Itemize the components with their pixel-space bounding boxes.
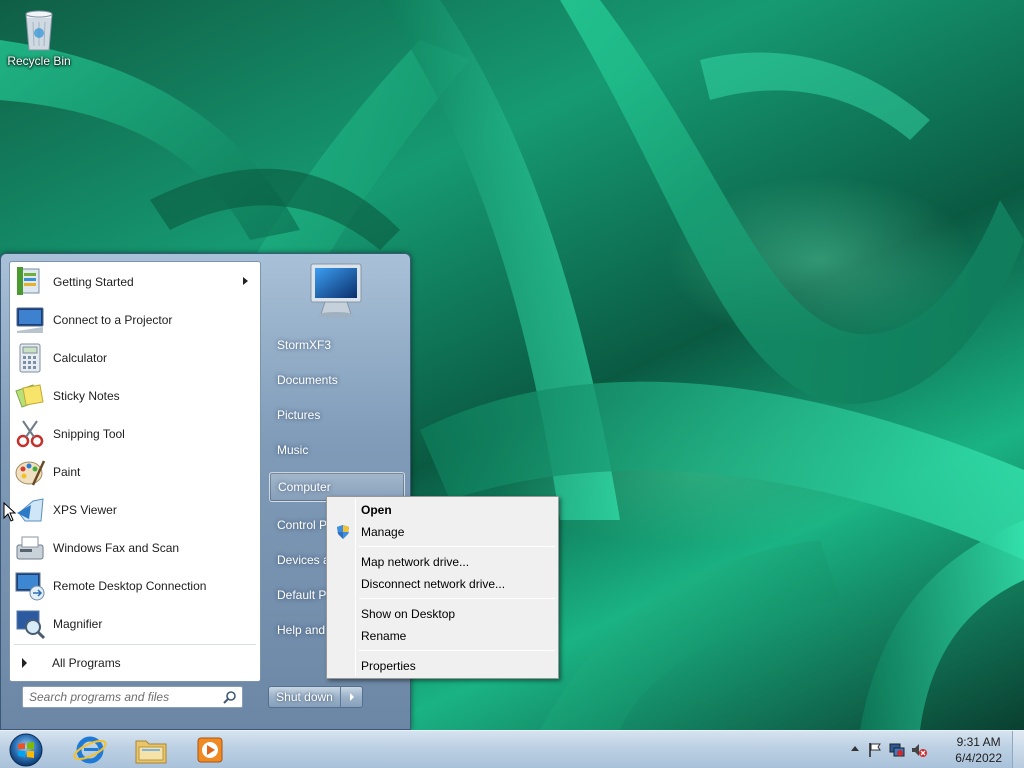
- shutdown-button[interactable]: Shut down: [269, 687, 341, 707]
- show-desktop-button[interactable]: [1012, 731, 1024, 768]
- program-label: Calculator: [53, 351, 108, 365]
- windows-explorer-icon: [135, 740, 167, 764]
- program-fax-scan[interactable]: Windows Fax and Scan: [12, 530, 258, 566]
- right-item-label: StormXF3: [277, 338, 332, 352]
- shutdown-label: Shut down: [276, 690, 333, 704]
- windows-logo-icon: [9, 733, 43, 767]
- shutdown-options-button[interactable]: [341, 687, 362, 707]
- program-label: Remote Desktop Connection: [53, 579, 207, 593]
- menu-item-rename[interactable]: Rename: [329, 625, 556, 647]
- menu-item-label: Manage: [361, 525, 405, 539]
- menu-item-label: Open: [361, 503, 392, 517]
- all-programs-label: All Programs: [52, 656, 121, 670]
- right-item-label: Help and: [277, 623, 326, 637]
- right-item-label: Music: [277, 443, 309, 457]
- desktop-icon-recycle-bin[interactable]: Recycle Bin: [4, 6, 74, 68]
- program-paint[interactable]: Paint: [12, 454, 258, 490]
- media-player-icon: [197, 737, 223, 763]
- start-right-item-documents[interactable]: Documents: [269, 365, 405, 395]
- recycle-bin-icon: [21, 6, 57, 52]
- computer-context-menu: Open Manage Map network drive... Disconn…: [326, 496, 559, 679]
- clock-time: 9:31 AM: [956, 735, 1001, 749]
- right-item-label: Pictures: [277, 408, 321, 422]
- clock-date: 6/4/2022: [955, 751, 1002, 765]
- menu-item-disconnect-network-drive[interactable]: Disconnect network drive...: [329, 573, 556, 595]
- menu-item-properties[interactable]: Properties: [329, 655, 556, 677]
- right-item-label: Computer: [278, 480, 331, 494]
- all-programs-button[interactable]: All Programs: [18, 650, 254, 676]
- sticky-notes-icon: [13, 379, 47, 413]
- taskbar-internet-explorer[interactable]: [70, 733, 110, 767]
- program-label: Magnifier: [53, 617, 103, 631]
- xps-viewer-icon: [13, 493, 47, 527]
- fax-scan-icon: [13, 531, 47, 565]
- user-picture[interactable]: [301, 260, 371, 320]
- start-button[interactable]: [6, 732, 46, 768]
- uac-shield-icon: [335, 524, 351, 540]
- getting-started-icon: [13, 265, 47, 299]
- program-getting-started[interactable]: Getting Started: [12, 264, 258, 300]
- program-calculator[interactable]: Calculator: [12, 340, 258, 376]
- start-menu-programs-pane: Getting Started Connect to a Projector C…: [9, 261, 261, 682]
- program-label: Windows Fax and Scan: [53, 541, 180, 555]
- taskbar-media-player[interactable]: [190, 733, 230, 767]
- program-label: Connect to a Projector: [53, 313, 173, 327]
- projector-icon: [13, 303, 47, 337]
- program-label: Sticky Notes: [53, 389, 120, 403]
- network-icon[interactable]: [889, 742, 905, 758]
- start-right-item-pictures[interactable]: Pictures: [269, 400, 405, 430]
- divider: [14, 644, 256, 645]
- menu-separator: [359, 650, 555, 651]
- menu-item-open[interactable]: Open: [329, 499, 556, 521]
- paint-icon: [13, 455, 47, 489]
- start-right-item-music[interactable]: Music: [269, 435, 405, 465]
- notification-area: 9:31 AM 6/4/2022: [839, 731, 1024, 768]
- action-center-flag-icon[interactable]: [867, 742, 883, 758]
- show-hidden-icons-button[interactable]: [851, 746, 859, 751]
- start-search-box[interactable]: [22, 686, 243, 708]
- volume-muted-icon[interactable]: [911, 742, 927, 758]
- shutdown-button-group: Shut down: [268, 686, 363, 708]
- program-remote-desktop[interactable]: Remote Desktop Connection: [12, 568, 258, 604]
- program-xps-viewer[interactable]: XPS Viewer: [12, 492, 258, 528]
- program-magnifier[interactable]: Magnifier: [12, 606, 258, 642]
- desktop-icon-label: Recycle Bin: [7, 54, 71, 68]
- submenu-arrow-icon: [243, 277, 248, 285]
- right-item-label: Control P: [277, 518, 328, 532]
- menu-separator: [359, 598, 555, 599]
- menu-item-manage[interactable]: Manage: [329, 521, 556, 543]
- menu-item-label: Map network drive...: [361, 555, 470, 569]
- program-label: Snipping Tool: [53, 427, 125, 441]
- expand-arrow-icon: [22, 658, 27, 668]
- internet-explorer-icon: [73, 736, 107, 764]
- menu-item-label: Properties: [361, 659, 416, 673]
- taskbar: 9:31 AM 6/4/2022: [0, 730, 1024, 768]
- start-right-item-user[interactable]: StormXF3: [269, 330, 405, 360]
- program-connect-projector[interactable]: Connect to a Projector: [12, 302, 258, 338]
- right-item-label: Devices a: [277, 553, 330, 567]
- taskbar-windows-explorer[interactable]: [131, 733, 171, 767]
- right-item-label: Documents: [277, 373, 338, 387]
- remote-desktop-icon: [13, 569, 47, 603]
- snipping-tool-icon: [13, 417, 47, 451]
- magnifier-icon: [13, 607, 47, 641]
- menu-item-label: Rename: [361, 629, 407, 643]
- program-label: XPS Viewer: [53, 503, 117, 517]
- search-input[interactable]: [29, 688, 219, 706]
- program-snipping-tool[interactable]: Snipping Tool: [12, 416, 258, 452]
- menu-item-show-on-desktop[interactable]: Show on Desktop: [329, 603, 556, 625]
- program-label: Getting Started: [53, 275, 134, 289]
- program-label: Paint: [53, 465, 81, 479]
- chevron-right-icon: [349, 693, 354, 701]
- right-item-label: Default P: [277, 588, 327, 602]
- menu-item-label: Show on Desktop: [361, 607, 456, 621]
- program-sticky-notes[interactable]: Sticky Notes: [12, 378, 258, 414]
- menu-separator: [359, 546, 555, 547]
- mouse-cursor-icon: [3, 501, 17, 522]
- menu-item-label: Disconnect network drive...: [361, 577, 506, 591]
- search-icon[interactable]: [223, 690, 237, 704]
- system-clock[interactable]: 9:31 AM 6/4/2022: [955, 734, 1002, 766]
- calculator-icon: [13, 341, 47, 375]
- menu-item-map-network-drive[interactable]: Map network drive...: [329, 551, 556, 573]
